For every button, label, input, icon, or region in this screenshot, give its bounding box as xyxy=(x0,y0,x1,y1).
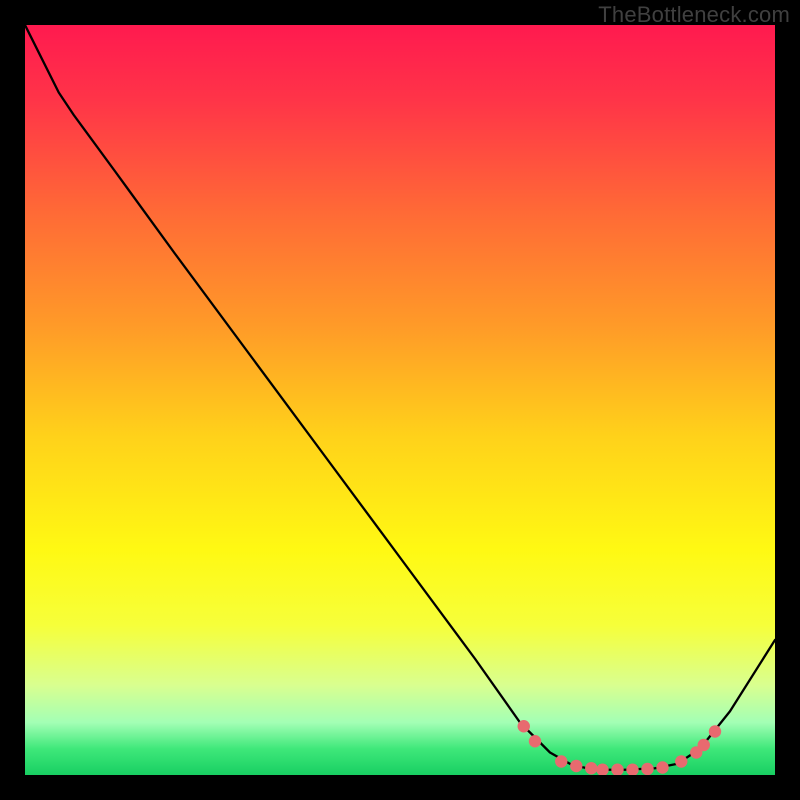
bottleneck-chart xyxy=(25,25,775,775)
curve-marker xyxy=(641,763,653,775)
curve-marker xyxy=(675,755,687,767)
curve-marker xyxy=(570,760,582,772)
curve-marker xyxy=(555,755,567,767)
gradient-bg xyxy=(25,25,775,775)
curve-marker xyxy=(698,739,710,751)
curve-marker xyxy=(585,762,597,774)
curve-marker xyxy=(656,761,668,773)
curve-marker xyxy=(518,720,530,732)
curve-marker xyxy=(529,735,541,747)
curve-marker xyxy=(709,725,721,737)
chart-stage: TheBottleneck.com xyxy=(0,0,800,800)
plot-area xyxy=(25,25,775,775)
